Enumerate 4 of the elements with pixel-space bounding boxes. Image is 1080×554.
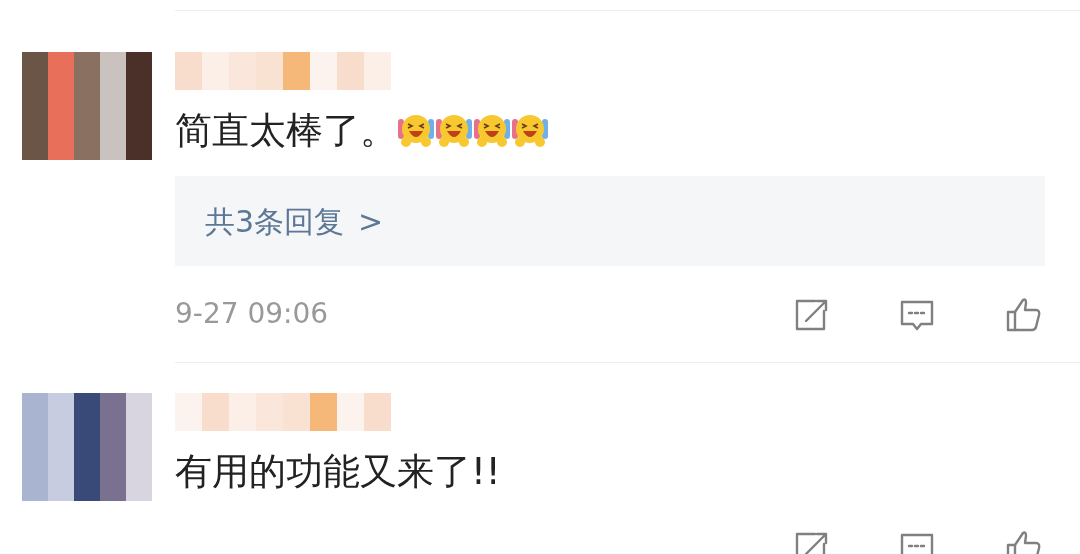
comment-text: 有用的功能又来了!! [175,452,501,490]
comment-time: 9-27 09:06 [175,296,329,332]
comment-text: 简直太棒了。 [175,111,397,149]
replies-link[interactable]: 共3条回复 > [175,176,1045,266]
